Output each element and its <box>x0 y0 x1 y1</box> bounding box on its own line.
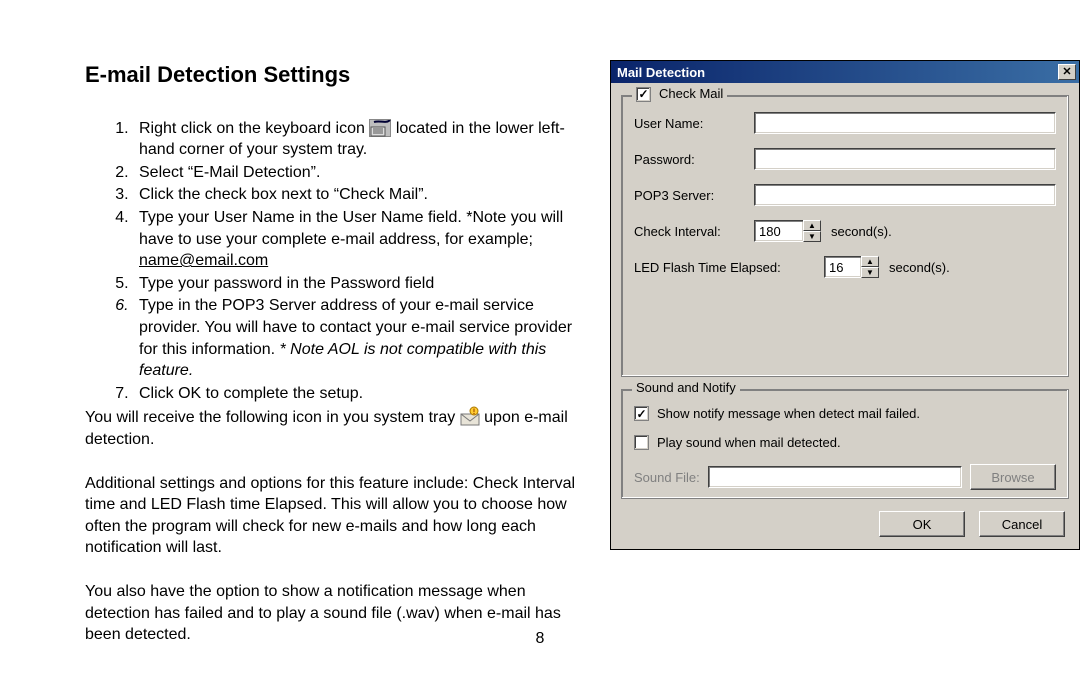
interval-label: Check Interval: <box>634 224 754 239</box>
interval-spin-down[interactable]: ▼ <box>803 231 821 242</box>
led-input[interactable]: 16 <box>824 256 862 278</box>
mail-detection-dialog: Mail Detection ✕ Check Mail User Name: P… <box>610 60 1080 550</box>
interval-unit: second(s). <box>831 224 892 239</box>
step-1a-text: Right click on the keyboard icon <box>139 120 365 137</box>
notify-label: Show notify message when detect mail fai… <box>657 406 920 421</box>
play-sound-checkbox[interactable] <box>634 435 649 450</box>
after-list-line: You will receive the following icon in y… <box>85 406 585 450</box>
close-button[interactable]: ✕ <box>1058 64 1076 80</box>
pop3-label: POP3 Server: <box>634 188 754 203</box>
dialog-titlebar: Mail Detection ✕ <box>611 61 1079 83</box>
username-input[interactable] <box>754 112 1056 134</box>
play-sound-label: Play sound when mail detected. <box>657 435 841 450</box>
page-number: 8 <box>0 630 1080 648</box>
soundfile-input <box>708 466 962 488</box>
sound-notify-group: Sound and Notify Show notify message whe… <box>621 389 1069 499</box>
step-6: Type in the POP3 Server address of your … <box>133 295 585 381</box>
browse-button: Browse <box>970 464 1056 490</box>
step-1: Right click on the keyboard icon located… <box>133 118 585 161</box>
pop3-input[interactable] <box>754 184 1056 206</box>
paragraph-1: Additional settings and options for this… <box>85 473 585 559</box>
username-label: User Name: <box>634 116 754 131</box>
mail-detected-icon <box>460 406 480 426</box>
check-mail-label: Check Mail <box>659 86 723 101</box>
dialog-title: Mail Detection <box>617 65 705 80</box>
check-mail-checkbox[interactable] <box>636 87 651 102</box>
cancel-button[interactable]: Cancel <box>979 511 1065 537</box>
step-2: Select “E-Mail Detection”. <box>133 162 585 184</box>
interval-spin-up[interactable]: ▲ <box>803 220 821 231</box>
check-mail-legend: Check Mail <box>632 86 727 102</box>
step-4a-text: Type your User Name in the User Name fie… <box>139 209 563 248</box>
page-title: E-mail Detection Settings <box>85 60 585 90</box>
soundfile-label: Sound File: <box>634 470 700 485</box>
check-mail-group: Check Mail User Name: Password: POP3 Ser… <box>621 95 1069 377</box>
keyboard-tray-icon <box>369 119 391 137</box>
step-5: Type your password in the Password field <box>133 273 585 295</box>
notify-checkbox[interactable] <box>634 406 649 421</box>
step-3: Click the check box next to “Check Mail”… <box>133 184 585 206</box>
step-4: Type your User Name in the User Name fie… <box>133 207 585 272</box>
led-spin-up[interactable]: ▲ <box>861 256 879 267</box>
interval-input[interactable]: 180 <box>754 220 804 242</box>
ok-button[interactable]: OK <box>879 511 965 537</box>
step-7: Click OK to complete the setup. <box>133 383 585 405</box>
sound-notify-legend: Sound and Notify <box>632 380 740 395</box>
led-label: LED Flash Time Elapsed: <box>634 260 824 275</box>
password-label: Password: <box>634 152 754 167</box>
example-email: name@email.com <box>139 252 268 269</box>
close-icon: ✕ <box>1062 67 1071 78</box>
led-spin-down[interactable]: ▼ <box>861 267 879 278</box>
led-unit: second(s). <box>889 260 950 275</box>
password-input[interactable] <box>754 148 1056 170</box>
after-list-a: You will receive the following icon in y… <box>85 409 455 426</box>
